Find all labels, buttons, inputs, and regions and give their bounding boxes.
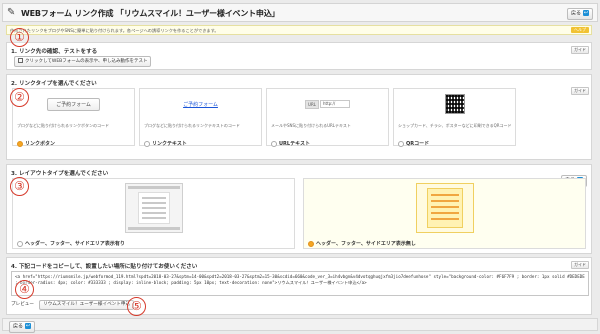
help-notice: 作成されたリンクをブログやSNSに簡単に貼り付けられます。各ページへの誘導リンク…: [6, 25, 592, 35]
back-label: 戻る: [570, 10, 581, 17]
link-type-card-text[interactable]: ご予約フォーム ブログなどに貼り付けられるリンクテキストのコード リンクテキスト: [139, 88, 262, 147]
back-button[interactable]: 戻る↩: [566, 8, 593, 20]
section-link-type: 2. リンクタイプを選んでください ガイド ご予約フォーム ブログなどに貼り付け…: [6, 74, 592, 160]
annotation-marker-3: ③: [10, 177, 29, 196]
radio-link-button[interactable]: [17, 140, 23, 147]
radio-link-text[interactable]: [144, 140, 150, 147]
layout-card-with-header[interactable]: ヘッダー、フッター、サイドエリア表示有り: [12, 178, 295, 249]
sample-link-button: ご予約フォーム: [47, 97, 100, 111]
preview-button[interactable]: リウムスマイル！ユーザー様イベント申込: [39, 300, 135, 310]
layout-card-without-header[interactable]: ヘッダー、フッター、サイドエリア表示無し: [303, 178, 586, 249]
annotation-marker-5: ⑤: [127, 297, 146, 316]
link-type-card-qr[interactable]: ショップカード、チラシ、ポスターなどに印刷できるQRコード QRコード: [393, 88, 516, 147]
section-code: 4. 下記コードをコピーして、設置したい場所に貼り付けてお使いください ガイド …: [6, 257, 592, 315]
arrow-left-icon: ↩: [583, 10, 589, 16]
section-title: 2. リンクタイプを選んでください: [11, 81, 97, 87]
section-link-test: 1. リンク先の確認、テストをする ガイド クリックしてWEBフォームの表示や、…: [6, 42, 592, 70]
link-type-card-button[interactable]: ご予約フォーム ブログなどに貼り付けられるリンクボタンのコード リンクボタン: [12, 88, 135, 147]
layout-label: ヘッダー、フッター、サイドエリア表示有り: [25, 241, 125, 247]
layout-label: ヘッダー、フッター、サイドエリア表示無し: [316, 241, 416, 247]
sample-link-text: ご予約フォーム: [183, 101, 218, 108]
link-type-card-url[interactable]: URL http:// メールやSNSに貼り付けられるURLテキスト URLテキス…: [266, 88, 389, 147]
guide-button[interactable]: ガイド: [571, 87, 589, 95]
section-title: 4. 下記コードをコピーして、設置したい場所に貼り付けてお使いください: [11, 264, 198, 270]
preview-label: プレビュー: [11, 302, 34, 307]
radio-layout-with-header[interactable]: [17, 240, 23, 247]
footer-bar: 戻る ↩: [2, 318, 598, 333]
external-link-icon: [18, 58, 23, 63]
layout-without-header-illustration: [415, 183, 474, 233]
radio-layout-without-header[interactable]: [308, 240, 314, 247]
annotation-marker-2: ②: [10, 88, 29, 107]
card-label: QRコード: [406, 141, 430, 147]
qr-code-icon: [444, 94, 465, 114]
layout-with-header-illustration: [124, 183, 183, 233]
back-button[interactable]: 戻る↩: [9, 321, 36, 333]
embed-code-textarea[interactable]: <a href="https://riumsmile.jp/webformod_…: [11, 271, 589, 296]
card-label: リンクボタン: [25, 141, 56, 147]
card-description: ショップカード、チラシ、ポスターなどに印刷できるQRコード: [398, 123, 512, 128]
annotation-marker-1: ①: [10, 28, 29, 47]
arrow-left-icon: ↩: [25, 323, 32, 329]
guide-button[interactable]: ガイド: [571, 261, 589, 269]
sample-url-field: http://: [319, 100, 350, 108]
url-tag: URL: [305, 99, 319, 109]
test-form-button-label: クリックしてWEBフォームの表示や、申し込み動作をテスト: [25, 59, 148, 64]
radio-qr-code[interactable]: [398, 140, 404, 147]
help-tag[interactable]: ヘルプ: [571, 27, 589, 33]
card-description: ブログなどに貼り付けられるリンクテキストのコード: [144, 123, 240, 128]
card-label: リンクテキスト: [152, 141, 187, 147]
section-title: 1. リンク先の確認、テストをする: [11, 49, 98, 55]
page-header: ✎ WEBフォーム リンク作成 「リウムスマイル！ユーザー様イベント申込」 戻る…: [2, 3, 598, 22]
edit-icon: ✎: [7, 7, 16, 18]
card-label: URLテキスト: [279, 141, 310, 147]
guide-button[interactable]: ガイド: [571, 46, 589, 54]
test-form-button[interactable]: クリックしてWEBフォームの表示や、申し込み動作をテスト: [14, 56, 152, 67]
card-description: メールやSNSに貼り付けられるURLテキスト: [271, 123, 351, 128]
section-title: 3. レイアウトタイプを選んでください: [11, 171, 109, 177]
radio-url-text[interactable]: [271, 140, 277, 147]
notice-text: 作成されたリンクをブログやSNSに簡単に貼り付けられます。各ページへの誘導リンク…: [10, 28, 219, 33]
card-description: ブログなどに貼り付けられるリンクボタンのコード: [17, 123, 109, 128]
section-layout-type: 3. レイアウトタイプを選んでください 戻る↩ ヘッダー、フッター、サイドエリア…: [6, 164, 592, 254]
annotation-marker-4: ④: [15, 280, 34, 299]
back-label: 戻る: [13, 323, 24, 330]
page-title: WEBフォーム リンク作成 「リウムスマイル！ユーザー様イベント申込」: [21, 9, 280, 18]
